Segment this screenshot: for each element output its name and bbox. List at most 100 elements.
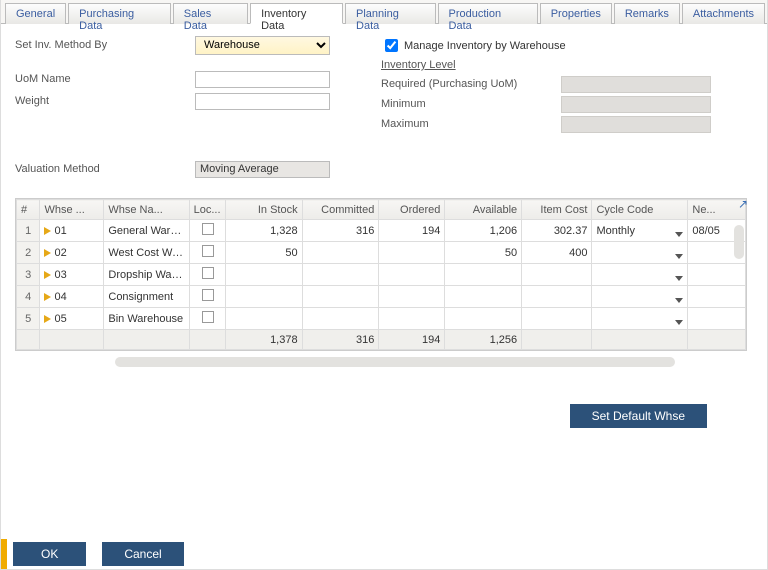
cell-locked[interactable] [189, 286, 225, 308]
cell-whse-name[interactable]: West Cost Warehouse [104, 242, 189, 264]
cell-whse-name[interactable]: Dropship Warehouse [104, 264, 189, 286]
cell-cycle[interactable] [592, 242, 688, 264]
col-available[interactable]: Available [445, 200, 522, 220]
cell-available[interactable] [445, 308, 522, 330]
ok-button[interactable]: OK [13, 542, 86, 566]
tab-planning[interactable]: Planning Data [345, 3, 436, 24]
table-row[interactable]: 2 02West Cost Warehouse5050400 [17, 242, 746, 264]
cell-locked[interactable] [189, 242, 225, 264]
cell-instock[interactable] [225, 308, 302, 330]
manage-by-warehouse-checkbox[interactable] [385, 39, 398, 52]
cell-whse-code[interactable]: 02 [40, 242, 104, 264]
tab-sales[interactable]: Sales Data [173, 3, 248, 24]
link-arrow-icon[interactable] [44, 315, 51, 323]
set-default-whse-button[interactable]: Set Default Whse [570, 404, 707, 428]
tab-remarks[interactable]: Remarks [614, 3, 680, 24]
cell-instock[interactable] [225, 286, 302, 308]
link-arrow-icon[interactable] [44, 271, 51, 279]
cell-cycle[interactable] [592, 264, 688, 286]
set-inv-method-select[interactable]: Warehouse [195, 36, 330, 55]
cell-whse-code[interactable]: 04 [40, 286, 104, 308]
cell-whse-code[interactable]: 05 [40, 308, 104, 330]
cell-committed[interactable] [302, 308, 379, 330]
tab-general[interactable]: General [5, 3, 66, 24]
table-row[interactable]: 5 05Bin Warehouse [17, 308, 746, 330]
link-arrow-icon[interactable] [44, 227, 51, 235]
dropdown-arrow-icon[interactable] [675, 276, 683, 281]
table-row[interactable]: 1 01General Warehouse1,3283161941,206302… [17, 220, 746, 242]
cell-cost[interactable]: 302.37 [522, 220, 592, 242]
weight-input[interactable] [195, 93, 330, 110]
cell-locked[interactable] [189, 220, 225, 242]
cell-instock[interactable] [225, 264, 302, 286]
table-row[interactable]: 3 03Dropship Warehouse [17, 264, 746, 286]
cell-locked[interactable] [189, 308, 225, 330]
cell-next[interactable] [688, 308, 746, 330]
cell-ordered[interactable]: 194 [379, 220, 445, 242]
cell-instock[interactable]: 50 [225, 242, 302, 264]
dropdown-arrow-icon[interactable] [675, 254, 683, 259]
col-committed[interactable]: Committed [302, 200, 379, 220]
col-ordered[interactable]: Ordered [379, 200, 445, 220]
col-next[interactable]: Ne... [688, 200, 746, 220]
link-arrow-icon[interactable] [44, 249, 51, 257]
grid-horizontal-scrollbar-track[interactable] [15, 357, 747, 367]
cell-whse-code[interactable]: 03 [40, 264, 104, 286]
cell-whse-name[interactable]: Consignment [104, 286, 189, 308]
table-row[interactable]: 4 04Consignment [17, 286, 746, 308]
dropdown-arrow-icon[interactable] [675, 298, 683, 303]
cell-locked[interactable] [189, 264, 225, 286]
expand-grid-icon[interactable]: ↗ [738, 197, 748, 211]
cell-committed[interactable]: 316 [302, 220, 379, 242]
col-cycle-code[interactable]: Cycle Code [592, 200, 688, 220]
col-whse-name[interactable]: Whse Na... [104, 200, 189, 220]
cell-cost[interactable]: 400 [522, 242, 592, 264]
cell-available[interactable]: 1,206 [445, 220, 522, 242]
grid-horizontal-scrollbar-thumb[interactable] [115, 357, 675, 367]
cell-whse-name[interactable]: General Warehouse [104, 220, 189, 242]
cell-cycle[interactable] [592, 286, 688, 308]
cell-ordered[interactable] [379, 264, 445, 286]
link-arrow-icon[interactable] [44, 293, 51, 301]
locked-checkbox[interactable] [202, 245, 214, 257]
grid-vertical-scrollbar[interactable] [734, 225, 744, 259]
cell-whse-code[interactable]: 01 [40, 220, 104, 242]
cell-committed[interactable] [302, 286, 379, 308]
cell-cost[interactable] [522, 286, 592, 308]
cell-committed[interactable] [302, 264, 379, 286]
cell-ordered[interactable] [379, 286, 445, 308]
col-item-cost[interactable]: Item Cost [522, 200, 592, 220]
col-num[interactable]: # [17, 200, 40, 220]
locked-checkbox[interactable] [202, 267, 214, 279]
cell-next[interactable] [688, 264, 746, 286]
locked-checkbox[interactable] [202, 223, 214, 235]
col-instock[interactable]: In Stock [225, 200, 302, 220]
cell-cost[interactable] [522, 308, 592, 330]
cell-cycle[interactable] [592, 308, 688, 330]
dropdown-arrow-icon[interactable] [675, 232, 683, 237]
valuation-method-value: Moving Average [195, 161, 330, 178]
tab-inventory[interactable]: Inventory Data [250, 3, 343, 24]
cell-available[interactable] [445, 264, 522, 286]
cell-available[interactable] [445, 286, 522, 308]
tab-attachments[interactable]: Attachments [682, 3, 765, 24]
col-whse-code[interactable]: Whse ... [40, 200, 104, 220]
cell-cost[interactable] [522, 264, 592, 286]
cell-next[interactable] [688, 286, 746, 308]
cell-whse-name[interactable]: Bin Warehouse [104, 308, 189, 330]
tab-production[interactable]: Production Data [438, 3, 538, 24]
tab-purchasing[interactable]: Purchasing Data [68, 3, 171, 24]
cell-ordered[interactable] [379, 308, 445, 330]
uom-name-input[interactable] [195, 71, 330, 88]
locked-checkbox[interactable] [202, 311, 214, 323]
cell-committed[interactable] [302, 242, 379, 264]
cell-cycle[interactable]: Monthly [592, 220, 688, 242]
cell-ordered[interactable] [379, 242, 445, 264]
locked-checkbox[interactable] [202, 289, 214, 301]
dropdown-arrow-icon[interactable] [675, 320, 683, 325]
col-locked[interactable]: Loc... [189, 200, 225, 220]
cancel-button[interactable]: Cancel [102, 542, 183, 566]
cell-instock[interactable]: 1,328 [225, 220, 302, 242]
tab-properties[interactable]: Properties [540, 3, 612, 24]
cell-available[interactable]: 50 [445, 242, 522, 264]
